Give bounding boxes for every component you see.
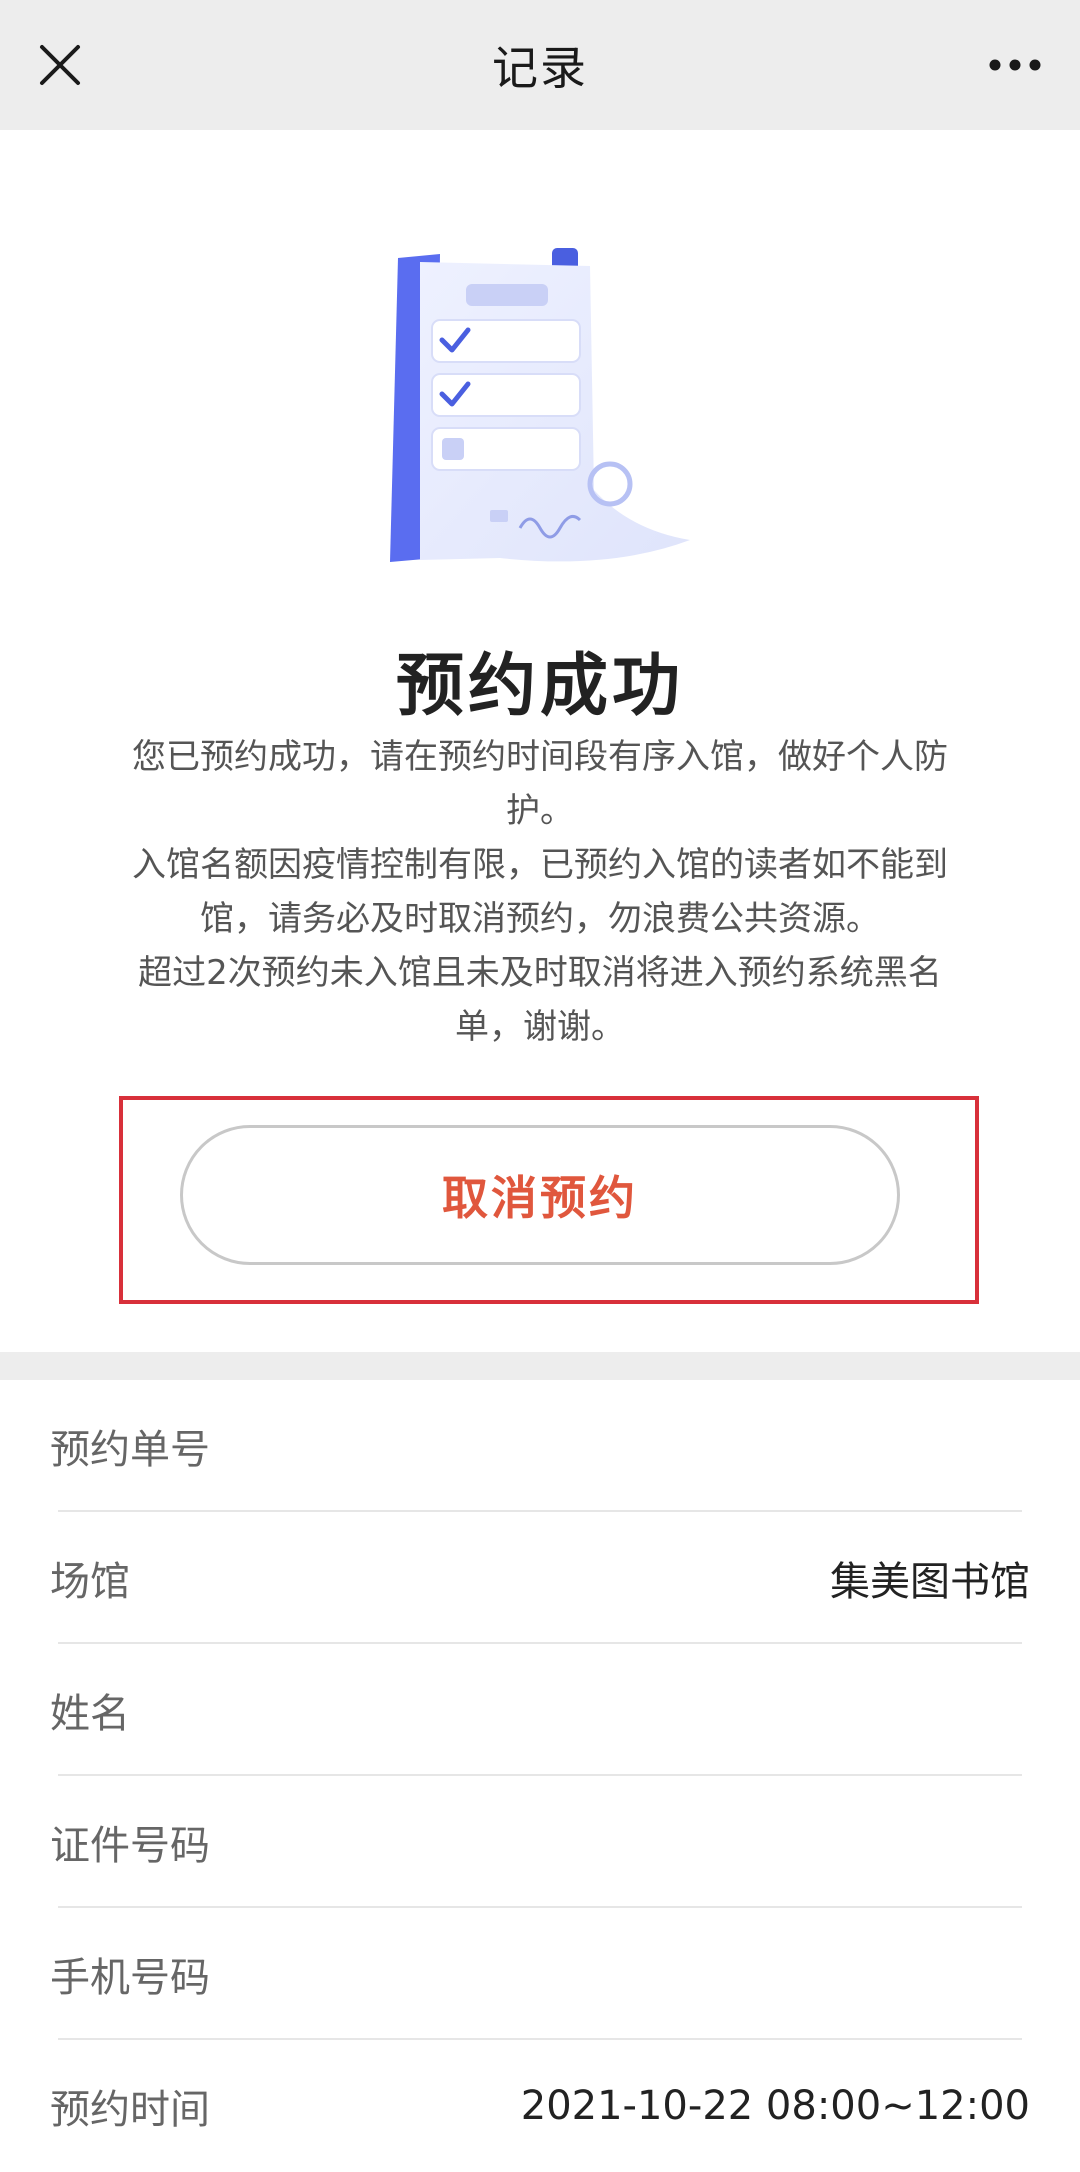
detail-row-order-number: 预约单号 [0,1380,1080,1512]
detail-row-name: 姓名 [0,1644,1080,1776]
document-checklist-icon [390,248,690,562]
close-icon [40,45,80,85]
detail-label: 预约时间 [50,2087,210,2133]
detail-row-id-number: 证件号码 [0,1776,1080,1908]
detail-label: 预约单号 [50,1427,210,1473]
description-line: 您已预约成功，请在预约时间段有序入馆，做好个人防护。 [132,737,948,831]
success-title: 预约成功 [395,647,684,726]
section-divider [0,1352,1080,1380]
detail-row-reservation-time: 预约时间 2021-10-22 08:00~12:00 [0,2040,1080,2172]
detail-value: 集美图书馆 [830,1559,1030,1605]
reservation-result-section: 预约成功 您已预约成功，请在预约时间段有序入馆，做好个人防护。 入馆名额因疫情控… [0,130,1080,1352]
more-button[interactable] [980,35,1050,95]
detail-row-venue: 场馆 集美图书馆 [0,1512,1080,1644]
detail-label: 证件号码 [50,1823,210,1869]
top-navbar: 记录 [0,0,1080,130]
description-line: 入馆名额因疫情控制有限，已预约入馆的读者如不能到馆，请务必及时取消预约，勿浪费公… [132,845,948,939]
reservation-details-list: 预约单号 场馆 集美图书馆 姓名 证件号码 手机号码 预约时间 2021-10-… [0,1380,1080,2172]
close-button[interactable] [30,35,90,95]
detail-label: 姓名 [50,1691,130,1737]
detail-label: 手机号码 [50,1955,210,2001]
more-dots-icon [989,59,1041,71]
cancel-reservation-button[interactable]: 取消预约 [180,1125,900,1265]
detail-label: 场馆 [50,1559,130,1605]
description-line: 超过2次预约未入馆且未及时取消将进入预约系统黑名单，谢谢。 [138,953,942,1047]
page-title: 记录 [492,41,588,95]
success-description: 您已预约成功，请在预约时间段有序入馆，做好个人防护。 入馆名额因疫情控制有限，已… [130,730,950,1054]
detail-value: 2021-10-22 08:00~12:00 [520,2083,1030,2129]
detail-row-phone: 手机号码 [0,1908,1080,2040]
